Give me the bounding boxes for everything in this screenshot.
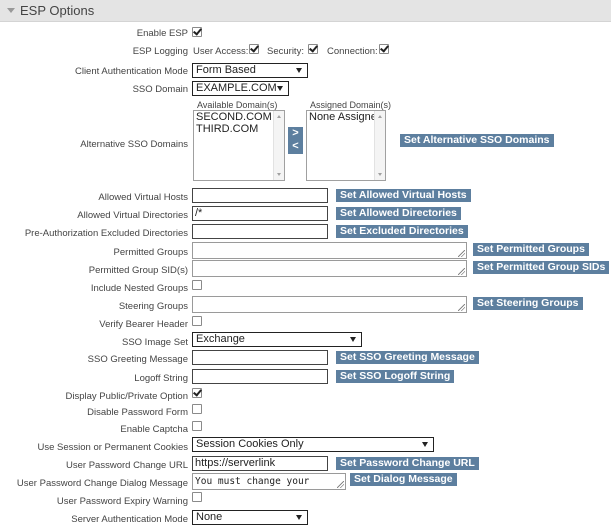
chevron-down-icon <box>422 442 428 447</box>
resize-grip-icon[interactable] <box>337 481 344 488</box>
sso-greeting-label: SSO Greeting Message <box>87 354 188 365</box>
allowed-virtual-hosts-input[interactable] <box>192 188 328 203</box>
server-auth-mode-value: None <box>196 511 223 523</box>
connection-checkbox[interactable] <box>379 44 389 54</box>
verify-bearer-header-label: Verify Bearer Header <box>99 319 188 330</box>
sso-image-set-value: Exchange <box>196 333 245 345</box>
client-auth-mode-select[interactable]: Form Based <box>192 63 308 78</box>
sso-domain-value: EXAMPLE.COM <box>196 82 277 94</box>
allowed-virtual-hosts-label: Allowed Virtual Hosts <box>98 192 188 203</box>
remove-domain-button[interactable]: < <box>288 140 303 153</box>
include-nested-groups-label: Include Nested Groups <box>90 283 188 294</box>
disable-password-form-checkbox[interactable] <box>192 404 202 414</box>
client-auth-mode-value: Form Based <box>196 64 256 76</box>
available-domains-scrollbar[interactable] <box>273 111 284 180</box>
pre-auth-excluded-input[interactable] <box>192 224 328 239</box>
logoff-string-input[interactable] <box>192 369 328 384</box>
chevron-down-icon <box>277 86 283 91</box>
cookies-label: Use Session or Permanent Cookies <box>37 442 189 453</box>
permitted-groups-textarea[interactable] <box>192 242 467 259</box>
server-auth-mode-select[interactable]: None <box>192 510 308 525</box>
add-domain-button[interactable]: > <box>288 127 303 140</box>
user-access-checkbox[interactable] <box>249 44 259 54</box>
available-domains-header: Available Domain(s) <box>197 100 278 110</box>
permitted-groups-label: Permitted Groups <box>113 247 188 258</box>
user-access-label: User Access: <box>193 46 249 57</box>
enable-esp-checkbox[interactable] <box>192 27 202 37</box>
cookies-select[interactable]: Session Cookies Only <box>192 437 434 452</box>
resize-grip-icon[interactable] <box>458 250 465 257</box>
pw-change-dialog-textarea[interactable]: You must change your <box>192 473 346 490</box>
set-steering-groups-button[interactable]: Set Steering Groups <box>473 297 583 310</box>
assigned-domains-scrollbar[interactable] <box>374 111 385 180</box>
security-label: Security: <box>267 46 304 57</box>
set-permitted-group-sids-button[interactable]: Set Permitted Group SIDs <box>473 261 610 274</box>
server-auth-mode-label: Server Authentication Mode <box>71 514 188 525</box>
assigned-domains-list[interactable]: None Assigned <box>306 110 386 181</box>
security-checkbox[interactable] <box>308 44 318 54</box>
sso-greeting-input[interactable] <box>192 350 328 365</box>
set-dialog-message-button[interactable]: Set Dialog Message <box>350 473 457 486</box>
sso-image-set-label: SSO Image Set <box>121 337 188 348</box>
set-allowed-virtual-hosts-button[interactable]: Set Allowed Virtual Hosts <box>336 189 471 202</box>
set-permitted-groups-button[interactable]: Set Permitted Groups <box>473 243 589 256</box>
pw-change-dialog-value: You must change your <box>195 476 310 487</box>
enable-captcha-label: Enable Captcha <box>120 424 188 435</box>
collapse-chevron-icon[interactable] <box>7 8 15 13</box>
pw-change-url-input[interactable]: https://serverlink <box>192 456 328 471</box>
resize-grip-icon[interactable] <box>458 304 465 311</box>
available-domain-option[interactable]: THIRD.COM <box>194 123 284 135</box>
connection-label: Connection: <box>327 46 378 57</box>
section-header[interactable]: ESP Options <box>0 0 611 22</box>
set-excluded-dirs-button[interactable]: Set Excluded Directories <box>336 225 468 238</box>
available-domains-list[interactable]: SECOND.COM THIRD.COM <box>193 110 285 181</box>
verify-bearer-header-checkbox[interactable] <box>192 316 202 326</box>
alt-sso-domains-label: Alternative SSO Domains <box>80 139 188 150</box>
sso-image-set-select[interactable]: Exchange <box>192 332 362 347</box>
allowed-virtual-dirs-label: Allowed Virtual Directories <box>77 210 188 221</box>
include-nested-groups-checkbox[interactable] <box>192 280 202 290</box>
set-allowed-dirs-button[interactable]: Set Allowed Directories <box>336 207 461 220</box>
client-auth-mode-label: Client Authentication Mode <box>74 66 188 77</box>
pw-change-dialog-label: User Password Change Dialog Message <box>16 478 188 489</box>
scroll-down-icon <box>378 173 382 176</box>
set-alt-sso-domains-button[interactable]: Set Alternative SSO Domains <box>400 134 554 147</box>
scroll-up-icon <box>378 115 382 118</box>
pw-expiry-warning-checkbox[interactable] <box>192 492 202 502</box>
set-pw-change-url-button[interactable]: Set Password Change URL <box>336 457 479 470</box>
enable-esp-label: Enable ESP <box>136 28 188 39</box>
cookies-value: Session Cookies Only <box>196 438 304 450</box>
allowed-virtual-dirs-input[interactable]: /* <box>192 206 328 221</box>
display-public-private-checkbox[interactable] <box>192 388 202 398</box>
display-public-private-label: Display Public/Private Option <box>65 391 189 402</box>
pw-change-url-label: User Password Change URL <box>66 460 188 471</box>
esp-logging-label: ESP Logging <box>132 46 188 57</box>
set-sso-logoff-string-button[interactable]: Set SSO Logoff String <box>336 370 455 383</box>
chevron-down-icon <box>350 337 356 342</box>
section-title: ESP Options <box>20 3 95 18</box>
chevron-down-icon <box>296 515 302 520</box>
available-domain-option[interactable]: SECOND.COM <box>194 111 284 123</box>
permitted-group-sids-textarea[interactable] <box>192 260 467 277</box>
steering-groups-textarea[interactable] <box>192 296 467 313</box>
pre-auth-excluded-label: Pre-Authorization Excluded Directories <box>24 228 188 239</box>
move-domain-buttons: > < <box>288 127 303 154</box>
assigned-domains-header: Assigned Domain(s) <box>310 100 392 110</box>
resize-grip-icon[interactable] <box>458 268 465 275</box>
sso-domain-label: SSO Domain <box>132 84 188 95</box>
sso-domain-select[interactable]: EXAMPLE.COM <box>192 81 289 96</box>
permitted-group-sids-label: Permitted Group SID(s) <box>88 265 188 276</box>
enable-captcha-checkbox[interactable] <box>192 421 202 431</box>
set-sso-greeting-button[interactable]: Set SSO Greeting Message <box>336 351 479 364</box>
logoff-string-label: Logoff String <box>134 373 188 384</box>
steering-groups-label: Steering Groups <box>118 301 188 312</box>
pw-expiry-warning-label: User Password Expiry Warning <box>56 496 188 507</box>
scroll-up-icon <box>277 115 281 118</box>
chevron-down-icon <box>296 68 302 73</box>
disable-password-form-label: Disable Password Form <box>87 407 188 418</box>
scroll-down-icon <box>277 173 281 176</box>
